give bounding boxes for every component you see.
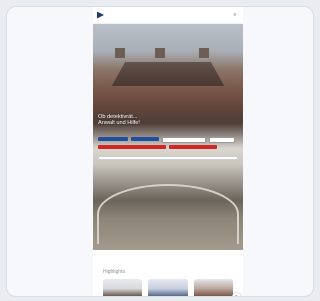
arch-illustration bbox=[97, 184, 239, 244]
highlight-thumbnail-3[interactable] bbox=[193, 279, 233, 296]
cta-row-2 bbox=[98, 145, 217, 149]
highlights-title: Highlights bbox=[103, 269, 125, 275]
cta-button-6[interactable] bbox=[169, 145, 217, 149]
cta-button-5[interactable] bbox=[98, 145, 166, 149]
cta-button-3[interactable] bbox=[162, 137, 206, 143]
logo-mark-icon bbox=[97, 11, 104, 19]
chat-icon: • bbox=[235, 294, 237, 297]
menu-icon: ≡ bbox=[233, 11, 237, 18]
hero-banner: Ob detektivrät... Anwalt und Hilfe! bbox=[93, 24, 243, 250]
floating-action-button[interactable]: • bbox=[232, 292, 242, 296]
preview-card: ≡ Ob detektivrät... Anwalt und Hilfe! Hi… bbox=[6, 6, 314, 297]
highlights-carousel bbox=[103, 279, 233, 296]
highlight-thumbnail-2[interactable] bbox=[148, 279, 188, 296]
cta-button-1[interactable] bbox=[98, 137, 128, 141]
cta-row-1 bbox=[98, 137, 235, 143]
brand-logo[interactable] bbox=[97, 11, 106, 19]
chimney-shape bbox=[115, 48, 125, 58]
hero-title: Ob detektivrät... Anwalt und Hilfe! bbox=[98, 114, 208, 127]
cta-button-4[interactable] bbox=[209, 137, 235, 143]
chimney-shape bbox=[199, 48, 209, 58]
chimney-shape bbox=[155, 48, 165, 58]
top-bar: ≡ bbox=[93, 7, 243, 24]
hero-title-line-2: Anwalt und Hilfe! bbox=[98, 120, 140, 127]
roof-illustration bbox=[111, 62, 225, 86]
menu-button[interactable]: ≡ bbox=[231, 11, 239, 19]
cta-button-2[interactable] bbox=[131, 137, 159, 141]
highlight-thumbnail-1[interactable] bbox=[103, 279, 143, 296]
search-input[interactable] bbox=[98, 156, 238, 160]
mobile-viewport: ≡ Ob detektivrät... Anwalt und Hilfe! Hi… bbox=[93, 7, 243, 296]
